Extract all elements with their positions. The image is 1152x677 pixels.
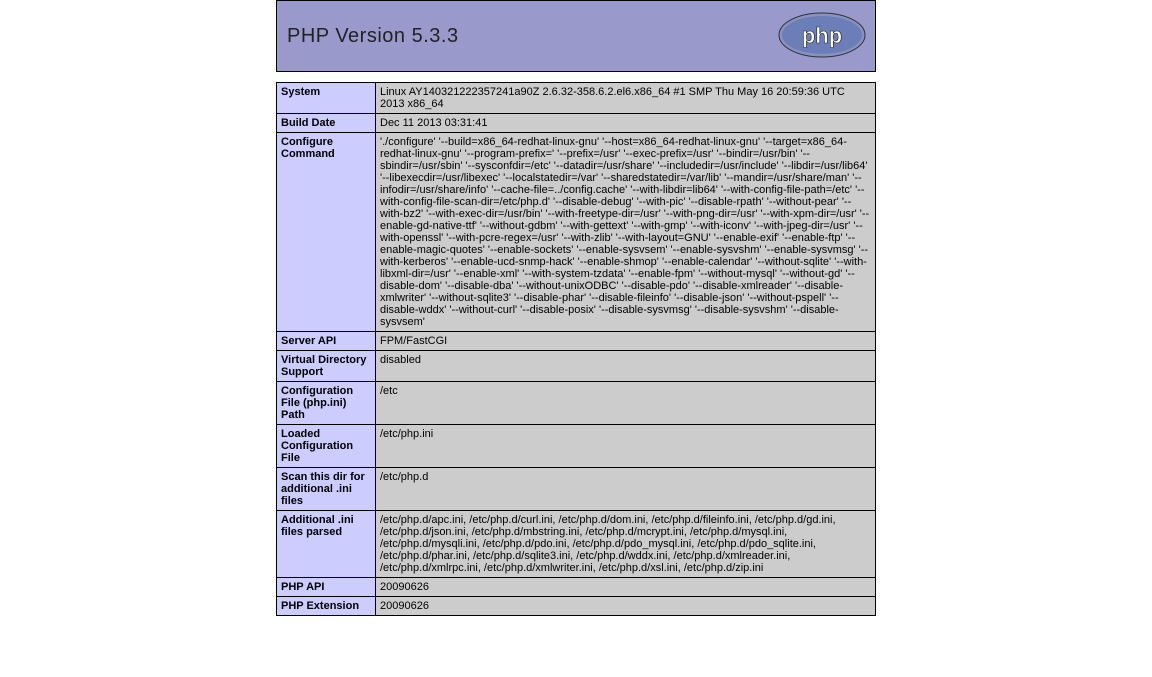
row-value: 20090626 [376, 578, 876, 597]
row-label: Loaded Configuration File [277, 425, 376, 468]
row-label: PHP Extension [277, 597, 376, 616]
row-label: Build Date [277, 114, 376, 133]
row-value: /etc/php.d/apc.ini, /etc/php.d/curl.ini,… [376, 511, 876, 578]
row-label: Additional .ini files parsed [277, 511, 376, 578]
table-row: Virtual Directory Supportdisabled [277, 351, 876, 382]
row-value: FPM/FastCGI [376, 332, 876, 351]
row-value: /etc/php.ini [376, 425, 876, 468]
row-value: disabled [376, 351, 876, 382]
header: PHP Version 5.3.3 php [276, 0, 876, 72]
row-value: /etc [376, 382, 876, 425]
row-label: Virtual Directory Support [277, 351, 376, 382]
row-label: PHP API [277, 578, 376, 597]
table-row: PHP API20090626 [277, 578, 876, 597]
php-logo: php [777, 11, 867, 64]
row-value: /etc/php.d [376, 468, 876, 511]
row-value: './configure' '--build=x86_64-redhat-lin… [376, 133, 876, 332]
row-label: Configuration File (php.ini) Path [277, 382, 376, 425]
table-row: Additional .ini files parsed/etc/php.d/a… [277, 511, 876, 578]
table-row: PHP Extension20090626 [277, 597, 876, 616]
row-value: 20090626 [376, 597, 876, 616]
table-row: Configuration File (php.ini) Path/etc [277, 382, 876, 425]
table-row: Server APIFPM/FastCGI [277, 332, 876, 351]
table-row: Configure Command './configure' '--build… [277, 133, 876, 332]
row-label: Server API [277, 332, 376, 351]
phpinfo-table: SystemLinux AY140321222357241a90Z 2.6.32… [276, 82, 876, 616]
table-row: Loaded Configuration File/etc/php.ini [277, 425, 876, 468]
row-label: System [277, 83, 376, 114]
table-row: Build DateDec 11 2013 03:31:41 [277, 114, 876, 133]
row-value: Linux AY140321222357241a90Z 2.6.32-358.6… [376, 83, 876, 114]
table-row: SystemLinux AY140321222357241a90Z 2.6.32… [277, 83, 876, 114]
row-label: Configure Command [277, 133, 376, 332]
row-value: Dec 11 2013 03:31:41 [376, 114, 876, 133]
table-row: Scan this dir for additional .ini files/… [277, 468, 876, 511]
svg-text:php: php [802, 23, 842, 48]
page-title: PHP Version 5.3.3 [287, 25, 459, 48]
row-label: Scan this dir for additional .ini files [277, 468, 376, 511]
